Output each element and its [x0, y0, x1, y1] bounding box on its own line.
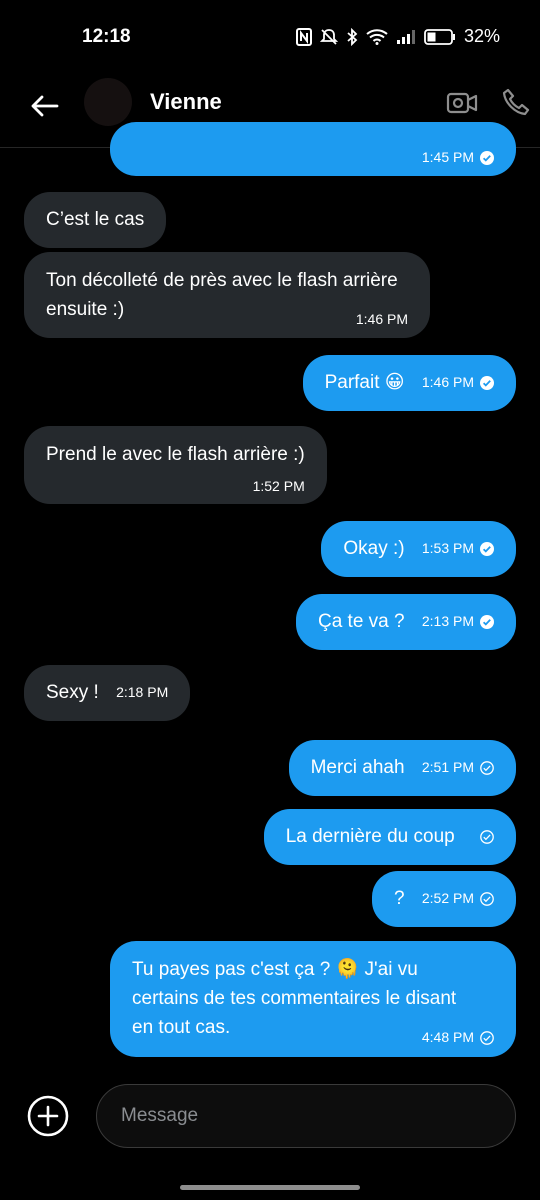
message-meta: 2:13 PM — [422, 607, 494, 636]
message-time: 2:13 PM — [421, 613, 474, 630]
message-meta: 1:53 PM — [422, 534, 494, 563]
message-time: 2:51 PM — [421, 759, 474, 776]
message-bubble[interactable]: Merci ahah 2:51 PM — [288, 740, 516, 796]
nfc-icon — [295, 27, 312, 46]
check-circle-icon — [480, 830, 494, 844]
message-bubble[interactable]: ? 2:52 PM — [372, 871, 516, 927]
bluetooth-icon — [346, 27, 358, 46]
message-text: Okay :) — [343, 538, 405, 559]
message-meta: 4:48 PM — [422, 1023, 494, 1052]
check-circle-icon — [480, 375, 494, 390]
message-text: Merci ahah — [310, 757, 405, 778]
message-bubble[interactable]: Parfait 😀 1:46 PM — [302, 355, 516, 411]
message-meta — [480, 830, 494, 844]
message-bubble[interactable]: Sexy ! 2:18 PM — [24, 665, 191, 721]
message-meta: 1:52 PM — [253, 472, 305, 501]
message-meta: 2:52 PM — [422, 884, 494, 913]
message-time: 2:52 PM — [421, 890, 474, 907]
check-circle-icon — [480, 761, 494, 775]
message-time: 1:52 PM — [252, 478, 305, 494]
message-bubble[interactable]: Okay :) 1:53 PM — [321, 521, 516, 577]
avatar[interactable] — [84, 78, 132, 126]
message-bubble[interactable]: C’est le cas — [24, 192, 167, 248]
message-meta: 2:18 PM — [116, 678, 168, 707]
video-call-button[interactable] — [444, 86, 480, 120]
message-bubble[interactable]: 1:45 PM — [110, 122, 516, 176]
message-text: Ça te va ? — [317, 611, 405, 632]
status-time: 12:18 — [82, 26, 131, 47]
status-bar: 12:18 32% — [0, 0, 540, 72]
check-circle-icon — [480, 1030, 494, 1045]
message-text: La dernière du coup — [285, 826, 455, 847]
message-time: 1:45 PM — [421, 149, 474, 165]
battery-icon — [424, 28, 456, 45]
message-text: Prend le avec le flash arrière :) — [46, 444, 305, 465]
message-time: 1:46 PM — [421, 374, 474, 391]
check-circle-icon — [480, 892, 494, 906]
arrow-left-icon — [31, 95, 59, 117]
message-input[interactable] — [96, 1084, 516, 1148]
message-text: C’est le cas — [46, 209, 145, 230]
back-button[interactable] — [24, 86, 64, 126]
message-text: Sexy ! — [46, 682, 99, 703]
message-meta: 1:45 PM — [422, 143, 494, 172]
plus-circle-icon — [27, 1095, 69, 1137]
phone-icon — [502, 88, 530, 116]
message-bubble[interactable]: Ça te va ? 2:13 PM — [295, 594, 516, 650]
check-circle-icon — [480, 541, 494, 556]
message-bubble[interactable]: Ton décolleté de près avec le flash arri… — [24, 252, 430, 338]
message-bubble[interactable]: La dernière du coup — [263, 809, 516, 865]
message-text: Parfait 😀 — [324, 372, 405, 393]
message-time: 1:53 PM — [421, 540, 474, 557]
message-meta: 2:51 PM — [422, 753, 494, 782]
status-icons: 32% — [295, 26, 500, 47]
message-bubble[interactable]: Tu payes pas c'est ça ? 🫠 J'ai vu certai… — [110, 941, 516, 1057]
add-attachment-button[interactable] — [26, 1094, 70, 1138]
voice-call-button[interactable] — [498, 84, 534, 120]
check-circle-icon — [480, 150, 494, 165]
message-time: 2:18 PM — [116, 684, 169, 701]
message-time: 4:48 PM — [421, 1029, 474, 1045]
message-composer — [0, 1084, 540, 1148]
battery-percent: 32% — [463, 26, 500, 46]
wifi-icon — [366, 28, 388, 45]
signal-icon — [396, 29, 416, 45]
message-bubble[interactable]: Prend le avec le flash arrière :) 1:52 P… — [24, 426, 327, 504]
check-circle-icon — [480, 614, 494, 629]
message-meta: 1:46 PM — [356, 305, 408, 334]
mute-bell-icon — [319, 28, 338, 46]
home-indicator[interactable] — [180, 1185, 360, 1190]
message-meta: 1:46 PM — [422, 368, 494, 397]
message-time: 1:46 PM — [355, 311, 408, 327]
video-camera-icon — [446, 92, 478, 114]
contact-name[interactable]: Vienne — [150, 89, 222, 115]
message-text: ? — [394, 888, 405, 909]
